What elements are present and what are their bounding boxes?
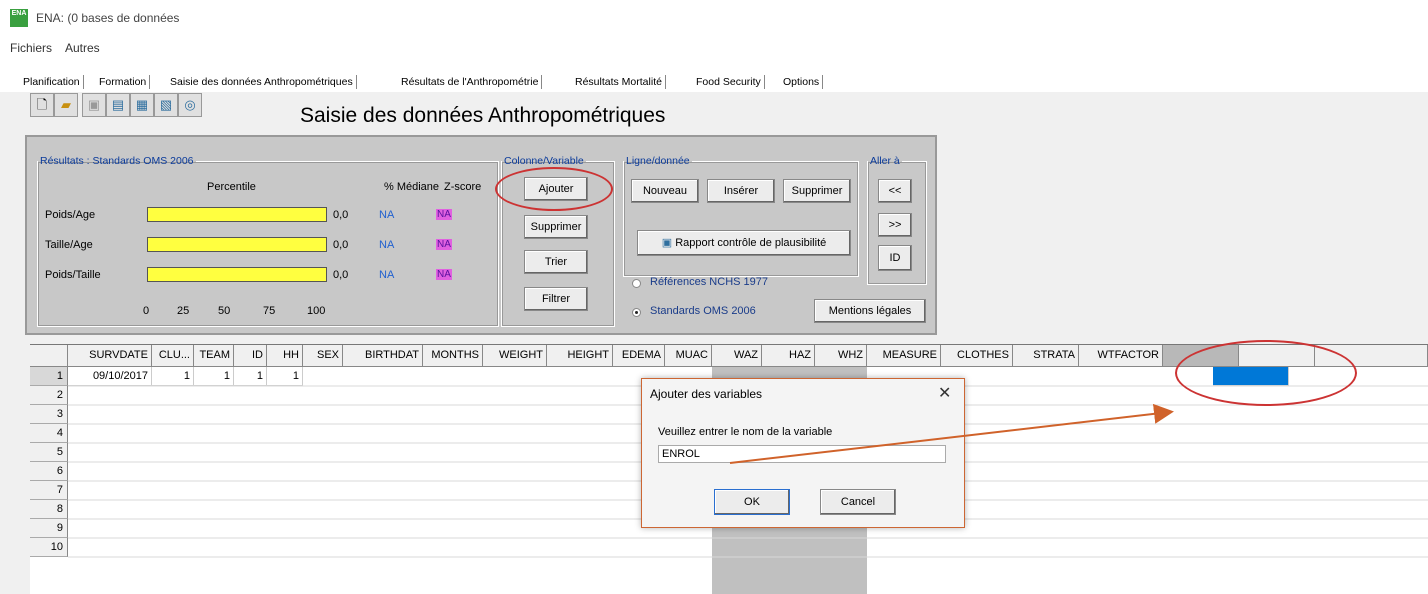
annotation-arrow — [729, 403, 1174, 464]
